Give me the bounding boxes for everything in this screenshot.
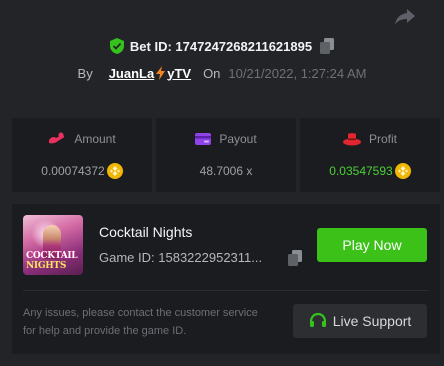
game-thumbnail[interactable]: COCKTAIL NIGHTS (23, 215, 83, 275)
username-link[interactable]: JuanLa yTV (109, 66, 191, 81)
share-arrow-icon (395, 9, 415, 25)
amount-label: Amount (74, 132, 116, 146)
username-part2: yTV (167, 65, 192, 81)
game-card: COCKTAIL NIGHTS Cocktail Nights Game ID:… (12, 204, 440, 354)
stat-profit: Profit 0.03547593 (300, 118, 440, 192)
copy-icon[interactable] (320, 38, 335, 54)
bnb-coin-icon (394, 163, 411, 179)
bet-id-row: Bet ID: 1747247268211621895 (0, 36, 444, 56)
bet-date: 10/21/2022, 1:27:24 AM (228, 65, 367, 81)
profit-value: 0.03547593 (329, 164, 393, 178)
stat-payout: Payout 48.7006 x (156, 118, 296, 192)
divider (23, 290, 429, 291)
thumbnail-title-line2: NIGHTS (26, 261, 67, 271)
live-support-label: Live Support (332, 313, 412, 329)
share-button[interactable] (393, 6, 417, 28)
game-title: Cocktail Nights (99, 224, 193, 240)
on-label: On (203, 65, 221, 81)
game-id-value: 1583222952311... (158, 250, 263, 265)
stats-row: Amount 0.00074372 Payout 48.7006 x Profi… (12, 118, 440, 192)
profit-label: Profit (368, 132, 397, 146)
bet-amount-icon (48, 132, 66, 146)
lightning-bolt-icon (156, 66, 166, 80)
live-support-button[interactable]: Live Support (293, 304, 427, 338)
author-row: By JuanLa yTV On 10/21/2022, 1:27:24 AM (0, 63, 444, 83)
game-id-row: Game ID: 1583222952311... (99, 250, 302, 266)
payout-label: Payout (219, 132, 257, 146)
bet-id-label: Bet ID: (129, 38, 172, 54)
help-text: Any issues, please contact the customer … (23, 307, 258, 337)
game-id-label: Game ID: (99, 250, 155, 265)
payout-value: 48.7006 x (199, 164, 253, 178)
wallet-card-icon (195, 133, 212, 145)
amount-value: 0.00074372 (41, 164, 105, 178)
headset-icon (309, 312, 327, 330)
bet-id-value: 1747247268211621895 (175, 38, 313, 54)
play-now-button[interactable]: Play Now (317, 228, 427, 262)
thumbnail-title-line1: COCKTAIL (26, 251, 78, 261)
shield-check-icon (109, 38, 124, 54)
copy-icon[interactable] (288, 250, 302, 266)
username-part1: JuanLa (108, 65, 155, 81)
stat-amount: Amount 0.00074372 (12, 118, 152, 192)
bnb-coin-icon (106, 163, 123, 179)
by-label: By (77, 65, 93, 81)
hat-icon (342, 132, 361, 146)
